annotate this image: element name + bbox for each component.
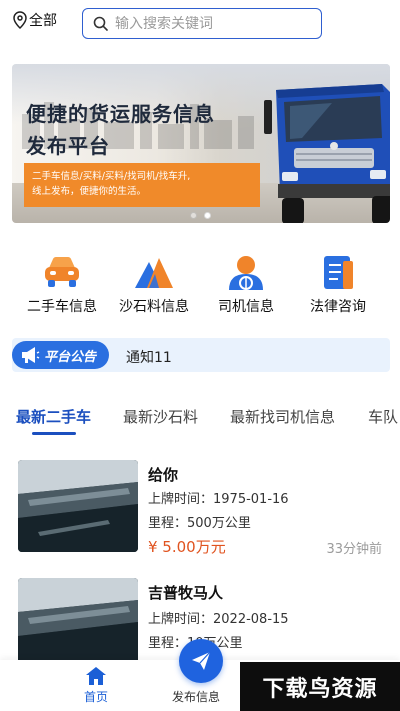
nav-home-label: 首页 (84, 690, 109, 704)
search-icon (93, 16, 108, 31)
listing-mileage-row: 里程：500万公里 (148, 512, 251, 531)
listing-tabs: 最新二手车 最新沙石料 最新找司机信息 车队 (0, 400, 400, 436)
listing-price: ¥ 5.00万元 (148, 538, 226, 556)
listing-time-ago: 33分钟前 (326, 542, 382, 557)
home-icon (86, 667, 106, 685)
mileage-value: 500万公里 (187, 516, 251, 531)
announcement-badge: 平台公告 (12, 341, 109, 369)
plate-date-value: 2022-08-15 (213, 612, 289, 627)
nav-home[interactable]: 首页 (84, 666, 108, 705)
location-label: 全部 (29, 13, 57, 29)
category-label: 二手车信息 (27, 299, 97, 315)
banner-subtitle: 二手车信息/买料/买料/找司机/找车升, 线上发布，便捷你的生活。 (24, 163, 260, 207)
listing-plate-row: 上牌时间：2022-08-15 (148, 608, 289, 627)
announcement-text[interactable]: 通知11 (126, 347, 172, 367)
banner-title-line2: 发布平台 (26, 134, 110, 158)
plate-date-value: 1975-01-16 (213, 492, 289, 507)
category-label: 司机信息 (218, 299, 274, 315)
car-icon (40, 252, 84, 292)
category-used-cars[interactable]: 二手车信息 (16, 252, 108, 316)
document-icon (316, 252, 360, 292)
tab-latest-drivers[interactable]: 最新找司机信息 (230, 406, 335, 427)
active-tab-indicator (32, 432, 76, 435)
mileage-label: 里程： (148, 516, 188, 531)
driver-icon (224, 252, 268, 292)
tab-latest-sand-gravel[interactable]: 最新沙石料 (123, 406, 198, 427)
banner-subtitle-line1: 二手车信息/买料/买料/找司机/找车升, (32, 171, 191, 182)
listing-thumbnail (18, 460, 138, 552)
search-input[interactable] (115, 15, 315, 32)
listing-thumbnail (18, 578, 138, 670)
nav-publish-label[interactable]: 发布信息 (172, 688, 220, 705)
paper-plane-icon (192, 651, 211, 670)
sand-mountain-icon (132, 252, 176, 292)
site-watermark: 下载鸟资源 (240, 662, 400, 711)
category-legal-consult[interactable]: 法律咨询 (292, 252, 384, 316)
publish-button[interactable] (179, 639, 223, 683)
top-bar: 全部 (0, 0, 400, 46)
location-pin-icon (13, 11, 27, 29)
location-selector[interactable]: 全部 (12, 10, 57, 30)
listing-plate-row: 上牌时间：1975-01-16 (148, 488, 289, 507)
banner-pagination (190, 212, 211, 219)
plate-date-label: 上牌时间： (148, 492, 214, 507)
plate-date-label: 上牌时间： (148, 612, 214, 627)
search-bar[interactable] (82, 8, 322, 39)
category-grid: 二手车信息 沙石料信息 司机信息 法律咨询 (12, 252, 388, 316)
listing-title: 吉普牧马人 (148, 584, 224, 602)
banner-dot-2[interactable] (204, 212, 211, 219)
category-label: 沙石料信息 (119, 299, 189, 315)
category-sand-gravel[interactable]: 沙石料信息 (108, 252, 200, 316)
truck-image (264, 84, 390, 223)
banner-dot-1[interactable] (190, 212, 197, 219)
listing-title: 给你 (148, 466, 179, 484)
banner-title-line1: 便捷的货运服务信息 (26, 102, 215, 126)
listing-item[interactable]: 给你 上牌时间：1975-01-16 里程：500万公里 ¥ 5.00万元 33… (18, 460, 390, 560)
announcement-bar[interactable]: 平台公告 通知11 (12, 338, 390, 372)
announcement-badge-label: 平台公告 (44, 349, 97, 365)
category-label: 法律咨询 (310, 299, 366, 315)
promo-banner[interactable]: 便捷的货运服务信息 发布平台 二手车信息/买料/买料/找司机/找车升, 线上发布… (12, 64, 390, 223)
category-drivers[interactable]: 司机信息 (200, 252, 292, 316)
banner-subtitle-line2: 线上发布，便捷你的生活。 (32, 186, 147, 197)
megaphone-icon (22, 347, 40, 363)
tab-fleet[interactable]: 车队 (368, 406, 398, 427)
tab-latest-used-cars[interactable]: 最新二手车 (16, 406, 91, 427)
